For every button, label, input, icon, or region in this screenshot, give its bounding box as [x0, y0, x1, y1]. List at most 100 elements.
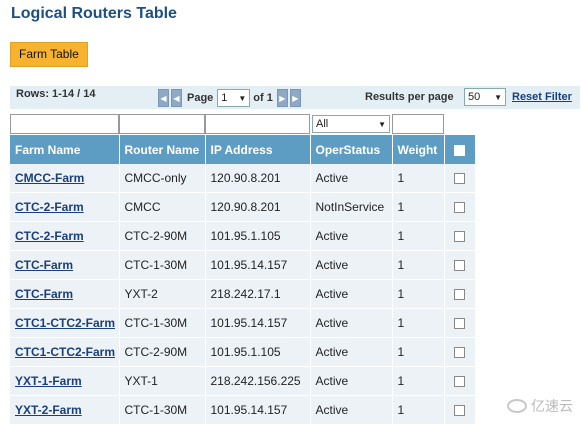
farm-name-link[interactable]: YXT-1-Farm	[15, 374, 82, 388]
farm-name-link[interactable]: CTC-Farm	[15, 287, 73, 301]
farm-name-cell: CTC1-CTC2-Farm	[10, 308, 120, 338]
weight-cell: 1	[392, 337, 445, 367]
ip-address-cell: 101.95.1.105	[205, 221, 311, 251]
page-select[interactable]: 1 ▼	[217, 89, 251, 107]
oper-status-cell: Active	[310, 366, 393, 396]
router-name-cell: CTC-1-30M	[119, 395, 206, 425]
row-select-cell	[444, 337, 476, 367]
table-row: YXT-1-Farm YXT-1 218.242.156.225 Active 1	[10, 366, 476, 396]
row-select-checkbox[interactable]	[454, 260, 465, 272]
table-row: CMCC-Farm CMCC-only 120.90.8.201 Active 1	[10, 164, 476, 193]
farm-name-link[interactable]: CMCC-Farm	[15, 171, 84, 185]
row-select-checkbox[interactable]	[454, 347, 465, 359]
pager: ◀ ◀ Page 1 ▼ of 1 ▶ ▶	[158, 88, 303, 108]
oper-status-cell: Active	[310, 337, 393, 367]
results-per-page-select[interactable]: 50 ▼	[464, 88, 506, 106]
oper-status-cell: Active	[310, 308, 393, 338]
router-name-cell: CTC-2-90M	[119, 337, 206, 367]
watermark: 亿速云	[507, 396, 573, 416]
header-row: Farm Name Router Name IP Address OperSta…	[10, 135, 476, 164]
results-per-page-value: 50	[468, 91, 481, 103]
farm-name-cell: CTC-Farm	[10, 279, 120, 309]
watermark-text: 亿速云	[531, 398, 573, 414]
oper-status-cell: Active	[310, 164, 393, 193]
farm-table-tab[interactable]: Farm Table	[10, 42, 88, 67]
table-row: CTC-2-Farm CMCC 120.90.8.201 NotInService 1	[10, 192, 476, 222]
select-all-checkbox[interactable]	[454, 144, 465, 156]
prev-page-icon[interactable]: ◀	[171, 89, 182, 107]
farm-name-link[interactable]: CTC-Farm	[15, 258, 73, 272]
table-row: CTC-Farm CTC-1-30M 101.95.14.157 Active 1	[10, 250, 476, 280]
ip-address-cell: 101.95.14.157	[205, 395, 311, 425]
farm-name-cell: CMCC-Farm	[10, 164, 120, 193]
row-select-cell	[444, 308, 476, 338]
farm-name-link[interactable]: CTC1-CTC2-Farm	[15, 316, 115, 330]
row-select-checkbox[interactable]	[454, 289, 465, 301]
farm-name-link[interactable]: CTC-2-Farm	[15, 200, 84, 214]
reset-filter-link[interactable]: Reset Filter	[512, 91, 572, 103]
row-select-checkbox[interactable]	[454, 405, 465, 417]
router-name-cell: CTC-2-90M	[119, 221, 206, 251]
row-select-cell	[444, 366, 476, 396]
ip-address-filter-input[interactable]	[205, 114, 310, 134]
router-name-cell: CMCC	[119, 192, 206, 222]
weight-cell: 1	[392, 279, 445, 309]
ip-address-cell: 101.95.14.157	[205, 308, 311, 338]
oper-status-cell: Active	[310, 250, 393, 280]
row-select-cell	[444, 164, 476, 193]
last-page-icon[interactable]: ▶	[289, 89, 301, 107]
row-select-checkbox[interactable]	[454, 173, 465, 185]
table-row: CTC1-CTC2-Farm CTC-1-30M 101.95.14.157 Acti…	[10, 308, 476, 338]
column-header-farm-name[interactable]: Farm Name	[10, 135, 120, 164]
farm-name-cell: CTC-2-Farm	[10, 221, 120, 251]
row-select-cell	[444, 279, 476, 309]
column-header-router-name[interactable]: Router Name	[119, 135, 206, 164]
row-select-cell	[444, 250, 476, 280]
farm-name-link[interactable]: CTC-2-Farm	[15, 229, 84, 243]
row-select-cell	[444, 395, 476, 425]
table-body: CMCC-Farm CMCC-only 120.90.8.201 Active 1 CTC…	[10, 164, 476, 425]
oper-status-cell: Active	[310, 279, 393, 309]
router-name-filter-input[interactable]	[119, 114, 205, 134]
page-label: Page	[187, 92, 214, 104]
cloud-logo-icon	[507, 399, 527, 413]
router-name-cell: CMCC-only	[119, 164, 206, 193]
table-row: CTC1-CTC2-Farm CTC-2-90M 101.95.1.105 Activ…	[10, 337, 476, 367]
weight-filter-input[interactable]	[392, 114, 444, 134]
oper-status-cell: Active	[310, 395, 393, 425]
weight-cell: 1	[392, 192, 445, 222]
column-header-oper-status[interactable]: OperStatus	[310, 135, 393, 164]
oper-status-cell: NotInService	[310, 192, 393, 222]
router-name-cell: CTC-1-30M	[119, 308, 206, 338]
farm-name-cell: YXT-2-Farm	[10, 395, 120, 425]
farm-name-link[interactable]: CTC1-CTC2-Farm	[15, 345, 115, 359]
next-page-icon[interactable]: ▶	[276, 89, 288, 107]
table-toolbar: Rows: 1-14 / 14 ◀ ◀ Page 1 ▼ of 1 ▶ ▶ Re…	[10, 86, 580, 109]
results-per-page-label: Results per page	[365, 91, 454, 103]
weight-cell: 1	[392, 308, 445, 338]
farm-name-filter-input[interactable]	[10, 114, 119, 134]
row-select-checkbox[interactable]	[454, 231, 465, 243]
column-header-ip-address[interactable]: IP Address	[205, 135, 311, 164]
router-name-cell: CTC-1-30M	[119, 250, 206, 280]
router-name-cell: YXT-2	[119, 279, 206, 309]
oper-status-filter-select[interactable]: All ▼	[312, 115, 390, 133]
weight-cell: 1	[392, 395, 445, 425]
farm-name-cell: YXT-1-Farm	[10, 366, 120, 396]
logical-routers-table: All ▼ Farm Name Router Name IP Address O…	[10, 113, 476, 425]
ip-address-cell: 218.242.17.1	[205, 279, 311, 309]
row-select-checkbox[interactable]	[454, 318, 465, 330]
ip-address-cell: 120.90.8.201	[205, 164, 311, 193]
column-header-weight[interactable]: Weight	[392, 135, 445, 164]
oper-status-filter-value: All	[316, 118, 329, 130]
row-select-checkbox[interactable]	[454, 376, 465, 388]
page-title: Logical Routers Table	[11, 5, 177, 22]
row-select-cell	[444, 221, 476, 251]
weight-cell: 1	[392, 366, 445, 396]
rows-info: Rows: 1-14 / 14	[16, 88, 96, 100]
row-select-checkbox[interactable]	[454, 202, 465, 214]
first-page-icon[interactable]: ◀	[158, 89, 169, 107]
chevron-down-icon: ▼	[378, 119, 386, 129]
table-row: YXT-2-Farm CTC-1-30M 101.95.14.157 Active 1	[10, 395, 476, 425]
farm-name-link[interactable]: YXT-2-Farm	[15, 403, 82, 417]
